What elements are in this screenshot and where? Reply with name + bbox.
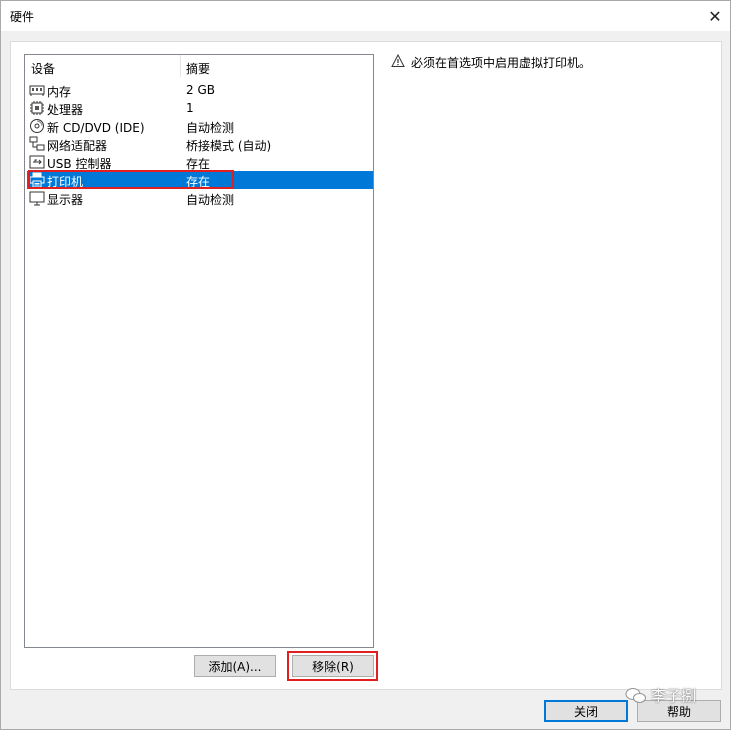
device-name: 网络适配器 (47, 139, 108, 153)
device-row-network-adapter[interactable]: 网络适配器 桥接模式 (自动) (27, 135, 373, 153)
info-message: 必须在首选项中启用虚拟打印机。 (411, 56, 592, 70)
device-row-memory[interactable]: 内存 2 GB (27, 81, 373, 99)
processor-icon (30, 101, 44, 115)
close-icon[interactable]: ✕ (700, 1, 730, 31)
memory-icon (29, 85, 45, 96)
device-name: 显示器 (47, 193, 84, 207)
device-list[interactable]: 设备 摘要 内存 2 GB 处理器 1 新 CD/DVD (IDE) 自动检测 … (24, 54, 374, 648)
close-button[interactable]: 关闭 (544, 700, 628, 722)
dialog-title: 硬件 (10, 10, 35, 24)
add-button[interactable]: 添加(A)... (194, 655, 276, 677)
watermark-text: 李子捌 (651, 687, 697, 705)
device-name: 新 CD/DVD (IDE) (47, 121, 145, 135)
wechat-icon (625, 687, 646, 703)
column-divider[interactable] (180, 55, 181, 77)
device-summary: 2 GB (186, 83, 215, 97)
warning-icon (391, 54, 405, 67)
device-row-printer[interactable]: 打印机 存在 (27, 170, 373, 189)
network-adapter-icon (29, 136, 45, 151)
printer-icon (29, 172, 45, 188)
title-bar: 硬件 ✕ (1, 1, 730, 31)
device-summary: 存在 (186, 157, 211, 171)
remove-button[interactable]: 移除(R) (292, 655, 374, 677)
device-summary: 自动检测 (186, 121, 235, 135)
device-summary: 1 (186, 101, 194, 115)
display-icon (29, 191, 45, 206)
column-header-summary[interactable]: 摘要 (186, 60, 210, 77)
watermark: 李子捌 (625, 685, 696, 706)
usb-controller-icon (29, 155, 45, 169)
device-summary: 存在 (186, 175, 211, 189)
cd-dvd-icon (30, 119, 44, 133)
device-row-processor[interactable]: 处理器 1 (27, 99, 373, 117)
device-name: 处理器 (47, 103, 84, 117)
column-header-device[interactable]: 设备 (31, 60, 55, 77)
device-name: USB 控制器 (47, 157, 112, 171)
content-panel: 设备 摘要 内存 2 GB 处理器 1 新 CD/DVD (IDE) 自动检测 … (10, 41, 722, 690)
device-name: 内存 (47, 85, 72, 99)
device-summary: 桥接模式 (自动) (186, 139, 272, 153)
hardware-dialog: 硬件 ✕ 设备 摘要 内存 2 GB 处理器 1 新 CD/DVD (IDE) … (0, 0, 731, 730)
device-row-cd-dvd[interactable]: 新 CD/DVD (IDE) 自动检测 (27, 117, 373, 135)
device-name: 打印机 (47, 175, 84, 189)
device-row-usb-controller[interactable]: USB 控制器 存在 (27, 153, 373, 171)
device-summary: 自动检测 (186, 193, 235, 207)
device-row-display[interactable]: 显示器 自动检测 (27, 189, 373, 207)
list-header: 设备 摘要 (25, 55, 373, 77)
